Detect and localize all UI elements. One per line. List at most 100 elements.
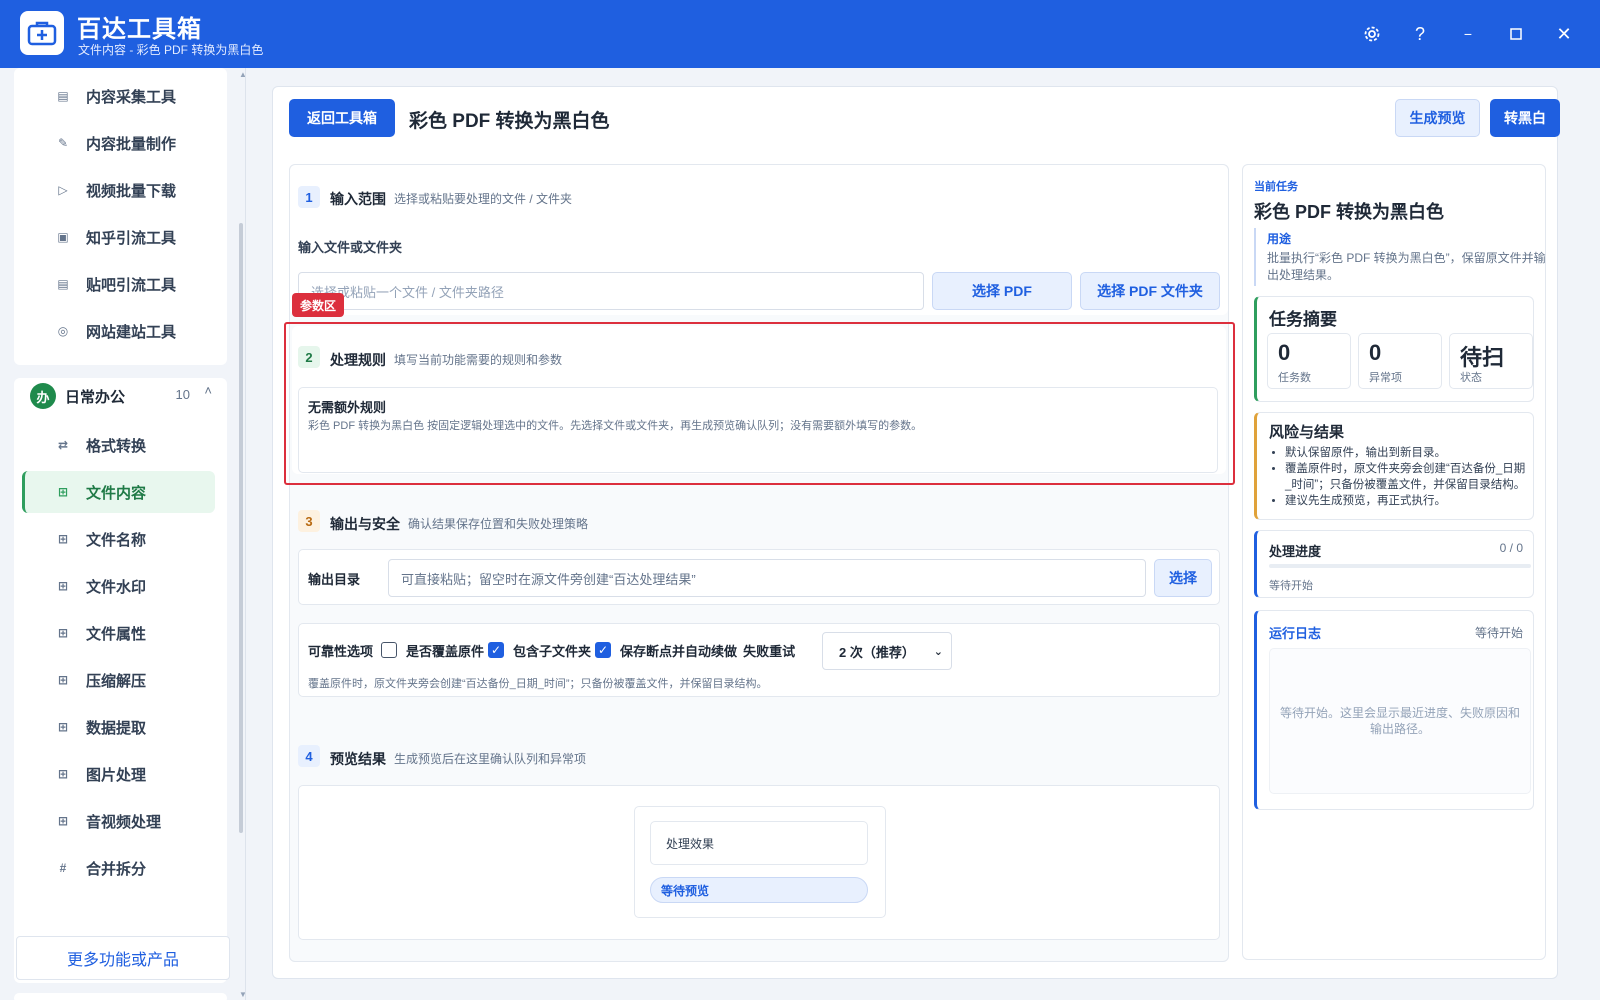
section-title: 处理规则 [330, 352, 386, 368]
title-bar: 百达工具箱 文件内容 - 彩色 PDF 转换为黑白色 ? − ✕ [0, 0, 1600, 68]
risk-card: 风险与结果 默认保留原件，输出到新目录。 覆盖原件时，原文件夹旁会创建“百达备份… [1254, 412, 1534, 520]
progress-bar [1269, 564, 1531, 568]
sidebar-item-top-0[interactable]: ▤ 内容采集工具 [22, 75, 215, 117]
risk-list: 默认保留原件，输出到新目录。 覆盖原件时，原文件夹旁会创建“百达备份_日期_时间… [1285, 445, 1530, 509]
sidebar-item-top-1[interactable]: ✎ 内容批量制作 [22, 122, 215, 164]
sidebar-item-group-0[interactable]: ⇄ 格式转换 [22, 424, 215, 466]
log-status: 等待开始 [1474, 626, 1523, 640]
resume-checkbox[interactable]: ✓ [595, 642, 612, 658]
output-dir-field[interactable]: 可直接粘贴；留空时在源文件旁创建“百达处理结果” [388, 559, 1146, 597]
group-badge: 办 [30, 383, 56, 409]
grid-icon: ⊞ [57, 720, 69, 734]
sidebar-item-group-8[interactable]: ⊞ 音视频处理 [22, 800, 215, 842]
sidebar-item-top-3[interactable]: ▣ 知乎引流工具 [22, 216, 215, 258]
app-subtitle: 文件内容 - 彩色 PDF 转换为黑白色 [78, 43, 264, 57]
input-field-label: 输入文件或文件夹 [298, 240, 403, 255]
sidebar-item-label: 合并拆分 [86, 860, 147, 878]
stat-task-count: 0 任务数 [1267, 333, 1351, 389]
section-desc: 选择或粘贴要处理的文件 / 文件夹 [394, 192, 573, 206]
select-pdf-folder-button[interactable]: 选择 PDF 文件夹 [1080, 272, 1220, 310]
stat-status: 待扫 状态 [1449, 333, 1533, 389]
sidebar-item-label: 文件水印 [86, 578, 147, 596]
minimize-icon[interactable]: − [1454, 20, 1482, 48]
maximize-icon[interactable] [1502, 20, 1530, 48]
sidebar-item-label: 压缩解压 [86, 672, 147, 690]
document-icon: ▤ [57, 89, 69, 103]
select-pdf-button[interactable]: 选择 PDF [932, 272, 1072, 310]
risk-item: 默认保留原件，输出到新目录。 [1285, 445, 1530, 461]
back-to-toolbox-button[interactable]: 返回工具箱 [289, 99, 395, 137]
include-subfolders-checkbox[interactable]: ✓ [488, 642, 505, 658]
settings-gear-icon[interactable] [1358, 20, 1386, 48]
sidebar-item-group-5[interactable]: ⊞ 压缩解压 [22, 659, 215, 701]
overwrite-checkbox[interactable] [381, 642, 398, 658]
sidebar-item-label: 视频批量下载 [86, 182, 177, 200]
param-area-tag: 参数区 [292, 293, 345, 317]
section-desc: 填写当前功能需要的规则和参数 [394, 353, 563, 367]
grid-icon: ⊞ [57, 485, 69, 499]
grid-icon: ⊞ [57, 673, 69, 687]
generate-preview-button[interactable]: 生成预览 [1395, 99, 1480, 137]
input-path-field[interactable]: 选择或粘贴一个文件 / 文件夹路径 [298, 272, 924, 310]
sidebar-item-top-2[interactable]: ▷ 视频批量下载 [22, 169, 215, 211]
pen-icon: ✎ [57, 136, 69, 150]
sidebar-item-label: 文件属性 [86, 625, 147, 643]
sidebar-item-group-2[interactable]: ⊞ 文件名称 [22, 518, 215, 560]
purpose-text: 批量执行“彩色 PDF 转换为黑白色”，保留原文件并输出处理结果。 [1267, 251, 1546, 282]
sidebar-item-group-6[interactable]: ⊞ 数据提取 [22, 706, 215, 748]
convert-bw-button[interactable]: 转黑白 [1490, 99, 1560, 137]
retry-select[interactable]: 2 次（推荐） ⌄ [822, 632, 952, 670]
include-subfolders-label: 包含子文件夹 [513, 643, 592, 659]
reliability-options: 可靠性选项 是否覆盖原件 ✓ 包含子文件夹 ✓ 保存断点并自动续做 失败重试 [308, 640, 795, 660]
section-title: 输出与安全 [330, 516, 400, 532]
step-number: 1 [298, 186, 320, 208]
sidebar-item-label: 文件内容 [86, 484, 147, 502]
hash-icon: # [59, 861, 67, 875]
sidebar-scrollbar[interactable] [239, 223, 243, 833]
progress-status: 等待开始 [1269, 580, 1313, 592]
progress-title: 处理进度 [1269, 544, 1322, 559]
zhihu-icon: ▣ [57, 230, 69, 244]
sidebar-item-top-4[interactable]: ▤ 贴吧引流工具 [22, 263, 215, 305]
summary-card: 任务摘要 0 任务数 0 异常项 待扫 状态 [1254, 296, 1534, 402]
page-title: 彩色 PDF 转换为黑白色 [409, 111, 610, 132]
grid-icon: ⊞ [57, 814, 69, 828]
help-icon[interactable]: ? [1406, 20, 1434, 48]
scroll-down-icon[interactable]: ▼ [239, 990, 245, 999]
swap-icon: ⇄ [57, 438, 69, 452]
sidebar-item-group-9[interactable]: # 合并拆分 [22, 847, 215, 889]
log-area[interactable]: 等待开始。这里会显示最近进度、失败原因和输出路径。 [1269, 648, 1531, 794]
select-output-button[interactable]: 选择 [1154, 559, 1212, 597]
section-title: 输入范围 [330, 191, 386, 207]
sidebar-item-group-7[interactable]: ⊞ 图片处理 [22, 753, 215, 795]
sidebar-group-daily-office[interactable]: 办 日常办公 10 ˄ [30, 380, 220, 412]
chevron-up-icon[interactable]: ˄ [204, 383, 212, 398]
sidebar-item-label: 格式转换 [86, 437, 147, 455]
rule-desc: 彩色 PDF 转换为黑白色 按固定逻辑处理选中的文件。先选择文件或文件夹，再生成… [308, 420, 923, 432]
reliability-label: 可靠性选项 [308, 643, 374, 659]
risk-item: 覆盖原件时，原文件夹旁会创建“百达备份_日期_时间”；只备份被覆盖文件，并保留目… [1285, 461, 1530, 493]
retry-label: 失败重试 [743, 643, 796, 659]
scroll-up-icon[interactable]: ▲ [239, 70, 245, 79]
section-desc: 确认结果保存位置和失败处理策略 [408, 517, 589, 531]
close-icon[interactable]: ✕ [1550, 20, 1578, 48]
sidebar-item-group-1[interactable]: ⊞ 文件内容 [22, 471, 215, 513]
retry-value: 2 次（推荐） [839, 644, 915, 660]
sidebar-item-label: 知乎引流工具 [86, 229, 177, 247]
sidebar-item-top-5[interactable]: ◎ 网站建站工具 [22, 310, 215, 352]
sidebar-item-label: 数据提取 [86, 719, 147, 737]
sidebar-item-group-3[interactable]: ⊞ 文件水印 [22, 565, 215, 607]
group-count: 10 [175, 387, 190, 402]
group-name: 日常办公 [65, 388, 126, 406]
sidebar-item-group-4[interactable]: ⊞ 文件属性 [22, 612, 215, 654]
sidebar-item-label: 文件名称 [86, 531, 147, 549]
more-features-button[interactable]: 更多功能或产品 [16, 936, 230, 980]
section-desc: 生成预览后在这里确认队列和异常项 [394, 752, 587, 766]
step-number: 4 [298, 745, 320, 767]
log-title: 运行日志 [1269, 626, 1322, 641]
app-title: 百达工具箱 [77, 16, 202, 43]
section-title: 预览结果 [330, 751, 386, 767]
task-caption: 当前任务 [1254, 181, 1298, 193]
resume-label: 保存断点并自动续做 [620, 643, 738, 659]
grid-icon: ⊞ [57, 626, 69, 640]
